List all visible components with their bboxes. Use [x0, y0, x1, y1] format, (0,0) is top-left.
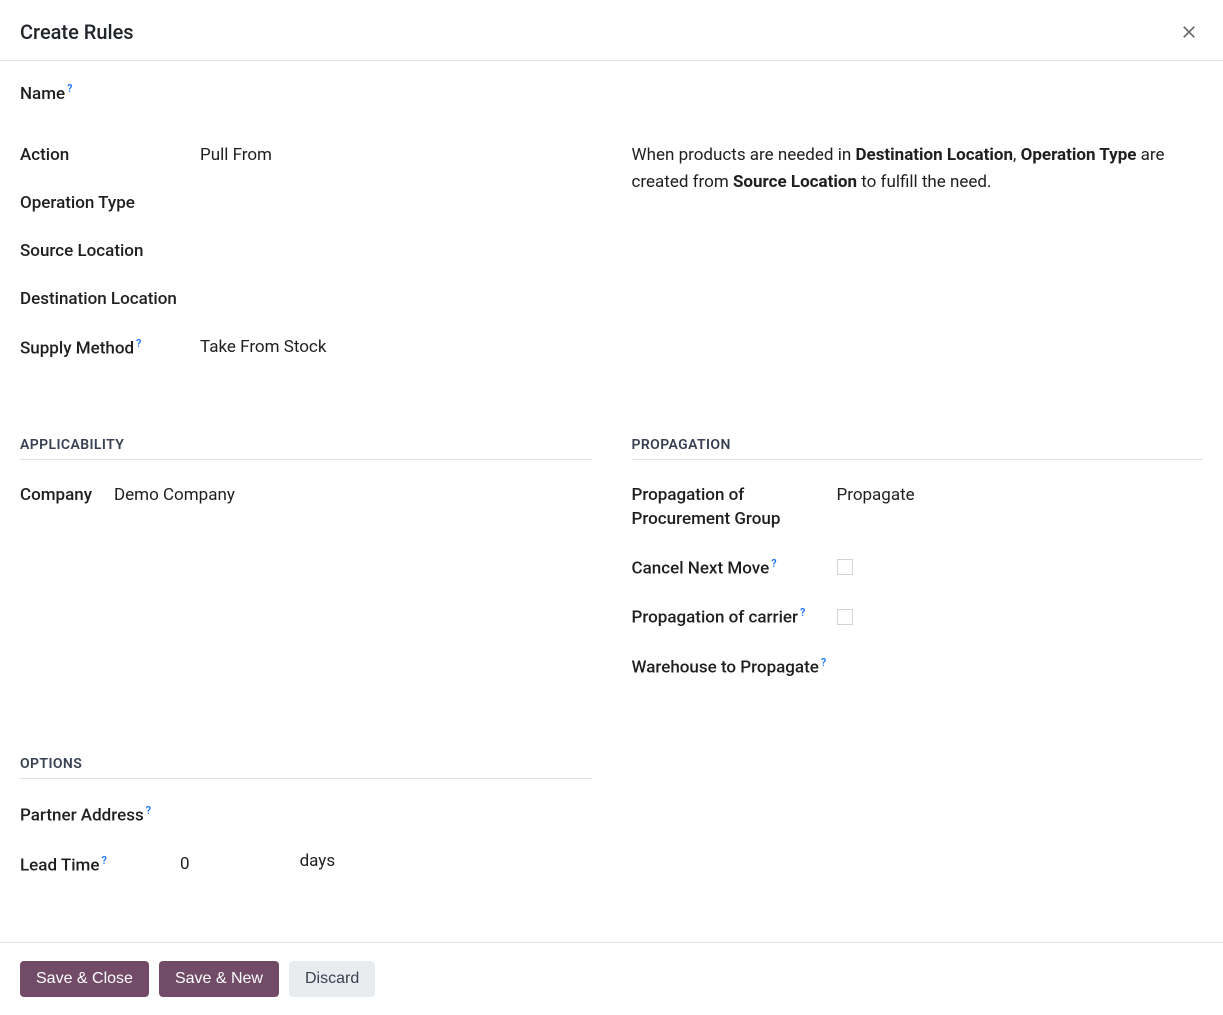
propagation-section-title: PROPAGATION	[632, 437, 1204, 460]
action-field: Action Pull From	[20, 142, 592, 168]
lead-time-field: Lead Time? 0 days	[20, 851, 592, 878]
explain-destination-location: Destination Location	[855, 145, 1013, 165]
lead-time-label: Lead Time?	[20, 851, 180, 878]
options-right-spacer	[632, 732, 1204, 900]
supply-method-value[interactable]: Take From Stock	[200, 334, 326, 360]
cancel-next-move-label: Cancel Next Move?	[632, 554, 837, 581]
explain-source-location: Source Location	[733, 172, 857, 192]
help-icon[interactable]: ?	[800, 606, 805, 619]
propagation-carrier-checkbox[interactable]	[837, 609, 853, 625]
procurement-group-field: Propagation of Procurement Group Propaga…	[632, 482, 1204, 532]
help-icon[interactable]: ?	[146, 804, 151, 817]
lead-time-label-text: Lead Time	[20, 855, 99, 875]
explain-text-1: When products are needed in	[632, 145, 856, 165]
create-rules-modal: Create Rules Name? Action Pull From Oper…	[0, 0, 1223, 1015]
cancel-next-move-checkbox[interactable]	[837, 559, 853, 575]
name-label: Name?	[20, 82, 73, 104]
partner-address-label-text: Partner Address	[20, 806, 144, 826]
company-field: Company Demo Company	[20, 482, 592, 508]
warehouse-propagate-label: Warehouse to Propagate?	[632, 653, 837, 680]
save-close-button[interactable]: Save & Close	[20, 961, 149, 997]
operation-type-field: Operation Type	[20, 190, 592, 216]
upper-columns: Action Pull From Operation Type Source L…	[20, 142, 1203, 383]
save-new-button[interactable]: Save & New	[159, 961, 279, 997]
propagation-carrier-label-text: Propagation of carrier	[632, 608, 799, 628]
options-column: OPTIONS Partner Address? Lead Time? 0 da…	[20, 732, 592, 900]
destination-location-field: Destination Location	[20, 286, 592, 312]
close-icon	[1180, 23, 1198, 41]
lead-time-value[interactable]: 0	[180, 851, 190, 877]
propagation-carrier-value	[837, 603, 853, 629]
left-column: Action Pull From Operation Type Source L…	[20, 142, 592, 383]
right-column: When products are needed in Destination …	[632, 142, 1204, 383]
warehouse-propagate-label-text: Warehouse to Propagate	[632, 657, 819, 677]
help-icon[interactable]: ?	[136, 337, 141, 350]
modal-body: Name? Action Pull From Operation Type So…	[0, 61, 1223, 942]
discard-button[interactable]: Discard	[289, 961, 375, 997]
procurement-group-value[interactable]: Propagate	[837, 482, 915, 508]
propagation-carrier-field: Propagation of carrier?	[632, 603, 1204, 630]
applicability-column: APPLICABILITY Company Demo Company	[20, 413, 592, 702]
modal-header: Create Rules	[0, 0, 1223, 61]
cancel-next-move-label-text: Cancel Next Move	[632, 558, 770, 578]
source-location-field: Source Location	[20, 238, 592, 264]
operation-type-label: Operation Type	[20, 190, 200, 216]
procurement-group-label: Propagation of Procurement Group	[632, 482, 837, 532]
rule-explanation: When products are needed in Destination …	[632, 142, 1204, 195]
name-field-row: Name?	[20, 81, 1203, 106]
mid-columns: APPLICABILITY Company Demo Company PROPA…	[20, 413, 1203, 702]
company-value[interactable]: Demo Company	[114, 482, 235, 508]
propagation-column: PROPAGATION Propagation of Procurement G…	[632, 413, 1204, 702]
partner-address-field: Partner Address?	[20, 801, 592, 828]
modal-footer: Save & Close Save & New Discard	[0, 942, 1223, 1015]
help-icon[interactable]: ?	[821, 656, 826, 669]
action-value[interactable]: Pull From	[200, 142, 272, 168]
supply-method-label: Supply Method?	[20, 334, 200, 361]
warehouse-propagate-field: Warehouse to Propagate?	[632, 653, 1204, 680]
action-label: Action	[20, 142, 200, 168]
lead-time-unit: days	[300, 851, 336, 871]
modal-title: Create Rules	[20, 20, 134, 44]
destination-location-label: Destination Location	[20, 286, 200, 312]
help-icon[interactable]: ?	[771, 557, 776, 570]
options-columns: OPTIONS Partner Address? Lead Time? 0 da…	[20, 732, 1203, 900]
cancel-next-move-value	[837, 554, 853, 580]
company-label: Company	[20, 482, 114, 508]
explain-text-2: ,	[1013, 145, 1021, 165]
name-label-text: Name	[20, 84, 65, 104]
explain-operation-type: Operation Type	[1021, 145, 1137, 165]
help-icon[interactable]: ?	[67, 82, 72, 95]
partner-address-label: Partner Address?	[20, 801, 180, 828]
options-section-title: OPTIONS	[20, 756, 592, 779]
propagation-carrier-label: Propagation of carrier?	[632, 603, 837, 630]
help-icon[interactable]: ?	[101, 854, 106, 867]
explain-text-4: to fulfill the need.	[857, 172, 992, 192]
supply-method-label-text: Supply Method	[20, 338, 134, 358]
supply-method-field: Supply Method? Take From Stock	[20, 334, 592, 361]
applicability-section-title: APPLICABILITY	[20, 437, 592, 460]
source-location-label: Source Location	[20, 238, 200, 264]
cancel-next-move-field: Cancel Next Move?	[632, 554, 1204, 581]
close-button[interactable]	[1175, 18, 1203, 46]
